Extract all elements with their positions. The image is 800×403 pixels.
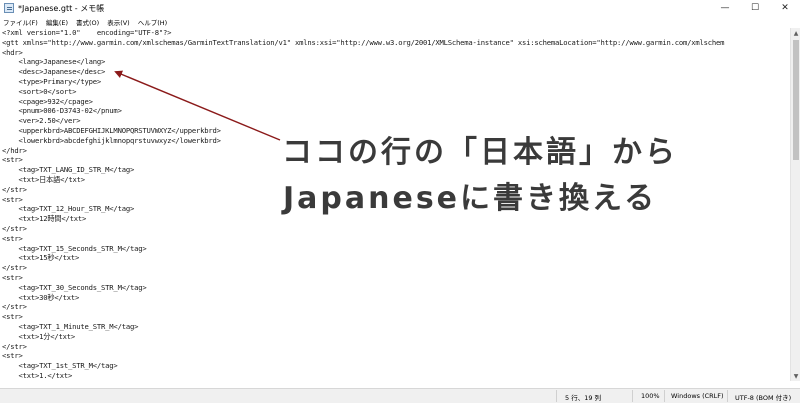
- editor-line: <type>Primary</type>: [2, 76, 102, 86]
- menu-help[interactable]: ヘルプ(H): [138, 17, 167, 27]
- editor-line: <str>: [2, 233, 23, 243]
- status-divider: [556, 390, 557, 402]
- editor-line: </str>: [2, 302, 27, 312]
- annotation-line-2: Japaneseに書き換える: [282, 181, 658, 217]
- annotation-line-1: ココの行の「日本語」から: [282, 135, 678, 171]
- scroll-down-arrow-icon[interactable]: ▼: [791, 371, 800, 381]
- scroll-up-arrow-icon[interactable]: ▲: [791, 28, 800, 38]
- editor-line: <txt>1分</txt>: [2, 331, 76, 341]
- status-zoom: 100%: [641, 392, 660, 400]
- editor-line: <lang>Japanese</lang>: [2, 57, 106, 67]
- editor-line: <txt>30秒</txt>: [2, 292, 80, 302]
- status-bar: 5 行、19 列 100% Windows (CRLF) UTF-8 (BOM …: [0, 388, 800, 403]
- editor-line: <tag>TXT_30_Seconds_STR_M</tag>: [2, 282, 147, 292]
- vertical-scrollbar[interactable]: ▲ ▼: [790, 28, 800, 381]
- status-position: 5 行、19 列: [565, 394, 602, 402]
- editor-line: </str>: [2, 223, 27, 233]
- editor-line: <hdr>: [2, 47, 23, 57]
- editor-line: </str>: [2, 341, 27, 351]
- window-title: *Japanese.gtt - メモ帳: [18, 3, 105, 13]
- maximize-button[interactable]: ☐: [740, 0, 770, 16]
- menu-file[interactable]: ファイル(F): [3, 17, 38, 27]
- menu-edit[interactable]: 編集(E): [46, 17, 68, 27]
- editor-line: <tag>TXT_1_Minute_STR_M</tag>: [2, 321, 139, 331]
- minimize-button[interactable]: —: [710, 0, 740, 16]
- title-bar: *Japanese.gtt - メモ帳 — ☐ ✕: [0, 0, 800, 16]
- scroll-thumb[interactable]: [793, 40, 799, 160]
- editor-line: <tag>TXT_15_Seconds_STR_M</tag>: [2, 243, 147, 253]
- status-divider: [632, 390, 633, 402]
- status-encoding: UTF-8 (BOM 付き): [735, 394, 792, 402]
- editor-line: <?xml version="1.0" encoding="UTF-8"?>: [2, 28, 172, 37]
- editor-line: <txt>15秒</txt>: [2, 253, 80, 263]
- status-line-ending: Windows (CRLF): [671, 392, 724, 400]
- editor-line-desc: <desc>Japanese</desc>: [2, 67, 106, 77]
- editor-line: <tag>TXT_1st_STR_M</tag>: [2, 361, 118, 371]
- close-button[interactable]: ✕: [770, 0, 800, 16]
- editor-line: <pnum>006-D3743-02</pnum>: [2, 106, 122, 116]
- status-divider: [664, 390, 665, 402]
- editor-line: <str>: [2, 312, 23, 322]
- editor-line: <gtt xmlns="http://www.garmin.com/xmlsch…: [2, 37, 725, 47]
- editor-line: </str>: [2, 263, 27, 273]
- editor-line: <str>: [2, 351, 23, 361]
- notepad-icon: [4, 3, 14, 13]
- menu-format[interactable]: 書式(O): [76, 17, 99, 27]
- editor-line: <str>: [2, 272, 23, 282]
- window-controls: — ☐ ✕: [710, 0, 800, 16]
- editor-line: <cpage>932</cpage>: [2, 96, 94, 106]
- menu-view[interactable]: 表示(V): [107, 17, 130, 27]
- editor-line: <ver>2.50</ver>: [2, 116, 81, 126]
- menu-bar: ファイル(F) 編集(E) 書式(O) 表示(V) ヘルプ(H): [0, 16, 800, 28]
- status-divider: [727, 390, 728, 402]
- editor-line: <sort>0</sort>: [2, 86, 77, 96]
- editor-line: <txt>1.</txt>: [2, 370, 73, 380]
